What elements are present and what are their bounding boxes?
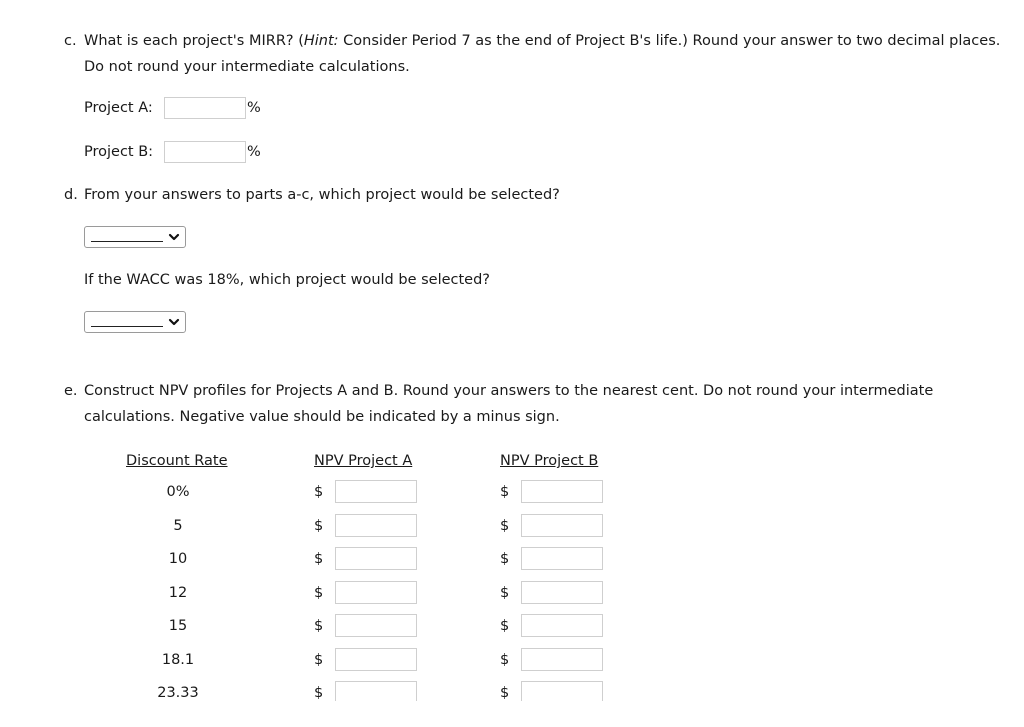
mirr-project-b-row: Project B: % [84, 140, 261, 164]
dollar-sign: $ [314, 685, 324, 701]
dollar-sign: $ [500, 551, 510, 567]
question-e-label: e. [64, 383, 78, 399]
dollar-sign: $ [500, 618, 510, 634]
question-d: d. From your answers to parts a-c, which… [64, 182, 1004, 208]
npv-project-b-input[interactable] [521, 581, 603, 604]
discount-rate-cell: 12 [168, 585, 188, 601]
discount-rate-cell: 18.1 [161, 652, 195, 668]
npv-project-a-input[interactable] [335, 614, 417, 637]
mirr-project-a-input[interactable] [164, 97, 246, 119]
wacc-18-question: If the WACC was 18%, which project would… [84, 272, 490, 288]
question-d-text: From your answers to parts a-c, which pr… [84, 187, 560, 203]
dollar-sign: $ [500, 685, 510, 701]
dollar-sign: $ [500, 652, 510, 668]
header-npv-project-a: NPV Project A [314, 453, 413, 469]
npv-project-a-input[interactable] [335, 480, 417, 503]
npv-project-a-input[interactable] [335, 547, 417, 570]
header-npv-project-b: NPV Project B [500, 453, 599, 469]
question-c-text: What is each project's MIRR? (Hint: Cons… [84, 28, 1004, 80]
page-content: c. What is each project's MIRR? (Hint: C… [0, 0, 1024, 701]
dropdown-blank-value [91, 326, 163, 327]
percent-sign: % [247, 100, 261, 116]
discount-rate-cell: 10 [168, 551, 188, 567]
dollar-sign: $ [314, 518, 324, 534]
percent-sign: % [247, 144, 261, 160]
dropdown-blank-value [91, 241, 163, 242]
npv-project-a-input[interactable] [335, 581, 417, 604]
dollar-sign: $ [314, 585, 324, 601]
question-c-label: c. [64, 33, 77, 49]
npv-project-b-input[interactable] [521, 648, 603, 671]
header-discount-rate: Discount Rate [126, 453, 228, 469]
wacc-18-project-dropdown[interactable] [84, 311, 186, 333]
discount-rate-cell: 0% [166, 484, 190, 500]
npv-project-a-input[interactable] [335, 514, 417, 537]
npv-project-b-input[interactable] [521, 547, 603, 570]
mirr-project-b-label: Project B: [84, 144, 154, 160]
npv-project-b-input[interactable] [521, 681, 603, 701]
project-selection-dropdown[interactable] [84, 226, 186, 248]
question-d-label: d. [64, 187, 78, 203]
question-c: c. What is each project's MIRR? (Hint: C… [64, 28, 1004, 80]
question-c-text-start: What is each project's MIRR? ( [84, 33, 304, 49]
npv-project-a-input[interactable] [335, 648, 417, 671]
dollar-sign: $ [500, 484, 510, 500]
mirr-project-a-label: Project A: [84, 100, 153, 116]
dollar-sign: $ [314, 551, 324, 567]
dollar-sign: $ [500, 585, 510, 601]
question-e: e. Construct NPV profiles for Projects A… [64, 378, 1004, 430]
discount-rate-cell: 23.33 [157, 685, 199, 701]
chevron-down-icon [168, 318, 180, 326]
npv-project-a-input[interactable] [335, 681, 417, 701]
dollar-sign: $ [500, 518, 510, 534]
dollar-sign: $ [314, 618, 324, 634]
npv-project-b-input[interactable] [521, 614, 603, 637]
mirr-project-b-input[interactable] [164, 141, 246, 163]
mirr-project-a-row: Project A: % [84, 96, 261, 120]
dollar-sign: $ [314, 652, 324, 668]
chevron-down-icon [168, 233, 180, 241]
npv-project-b-input[interactable] [521, 480, 603, 503]
hint-label: Hint: [303, 33, 339, 49]
question-e-text: Construct NPV profiles for Projects A an… [84, 383, 934, 425]
discount-rate-cell: 5 [173, 518, 183, 534]
dollar-sign: $ [314, 484, 324, 500]
npv-project-b-input[interactable] [521, 514, 603, 537]
discount-rate-cell: 15 [168, 618, 188, 634]
